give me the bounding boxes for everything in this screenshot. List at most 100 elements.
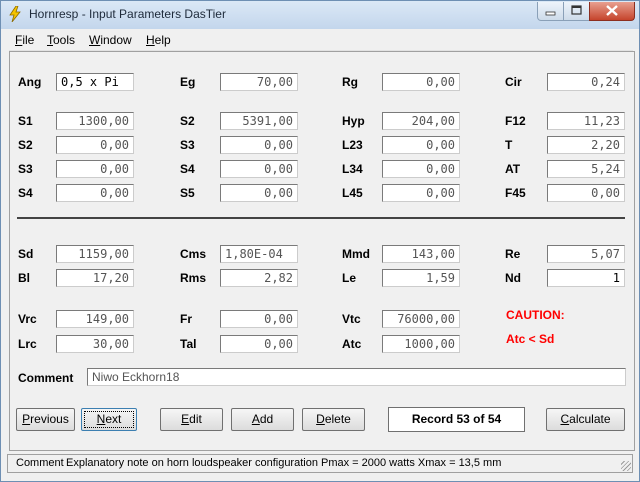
title-bar[interactable]: Hornresp - Input Parameters DasTier (1, 1, 639, 29)
param-field-s5[interactable]: 0,00 (220, 184, 298, 202)
param-label-nd: Nd (505, 271, 521, 285)
previous-button[interactable]: Previous (16, 408, 75, 431)
param-field-rg[interactable]: 0,00 (382, 73, 460, 91)
param-field-l23[interactable]: 0,00 (382, 136, 460, 154)
param-label-l34: L34 (342, 162, 363, 176)
param-label-sd: Sd (18, 247, 34, 261)
status-text: Explanatory note on horn loudspeaker con… (66, 457, 502, 469)
param-label-eg: Eg (180, 75, 196, 89)
param-label-f45: F45 (505, 186, 526, 200)
param-label-atc: Atc (342, 337, 362, 351)
add-button[interactable]: Add (231, 408, 294, 431)
param-field-s3a[interactable]: 0,00 (220, 136, 298, 154)
param-field-s4a[interactable]: 0,00 (220, 160, 298, 178)
param-field-f12[interactable]: 11,23 (547, 112, 625, 130)
main-window: Hornresp - Input Parameters DasTier File… (0, 0, 640, 482)
param-field-nd[interactable]: 1 (547, 269, 625, 287)
param-label-ang: Ang (18, 75, 42, 89)
param-label-rg: Rg (342, 75, 358, 89)
param-label-lrc: Lrc (18, 337, 37, 351)
param-label-tal: Tal (180, 337, 197, 351)
param-field-s2[interactable]: 0,00 (56, 136, 134, 154)
menu-bar: File Tools Window Help (9, 30, 633, 51)
param-field-lrc[interactable]: 30,00 (56, 335, 134, 353)
param-field-bl[interactable]: 17,20 (56, 269, 134, 287)
minimize-button[interactable] (537, 2, 564, 21)
close-button[interactable] (589, 2, 635, 21)
param-field-ang[interactable]: 0,5 x Pi (56, 73, 134, 91)
delete-button[interactable]: Delete (302, 408, 365, 431)
param-label-s1: S1 (18, 114, 33, 128)
param-label-l23: L23 (342, 138, 363, 152)
menu-help[interactable]: Help (146, 33, 171, 47)
edit-button[interactable]: Edit (160, 408, 223, 431)
comment-label: Comment (18, 371, 74, 385)
param-label-vtc: Vtc (342, 312, 361, 326)
minimize-icon (545, 11, 556, 16)
record-indicator: Record 53 of 54 (388, 407, 525, 432)
caution-title: CAUTION: (506, 308, 565, 322)
param-label-hyp: Hyp (342, 114, 365, 128)
status-bar: Comment Explanatory note on horn loudspe… (7, 454, 633, 473)
param-label-s3a: S3 (180, 138, 195, 152)
next-button[interactable]: Next (81, 408, 137, 431)
resize-grip-icon[interactable] (621, 461, 631, 471)
param-field-cir[interactable]: 0,24 (547, 73, 625, 91)
param-label-f12: F12 (505, 114, 526, 128)
param-label-l45: L45 (342, 186, 363, 200)
param-label-le: Le (342, 271, 357, 285)
section-divider (17, 217, 625, 219)
param-field-l45[interactable]: 0,00 (382, 184, 460, 202)
param-field-vrc[interactable]: 149,00 (56, 310, 134, 328)
param-field-at[interactable]: 5,24 (547, 160, 625, 178)
caution-message: Atc < Sd (506, 332, 555, 346)
maximize-button[interactable] (563, 2, 590, 21)
param-label-s4: S4 (18, 186, 33, 200)
param-field-cms[interactable]: 1,80E-04 (220, 245, 298, 263)
param-label-s3: S3 (18, 162, 33, 176)
menu-file[interactable]: File (15, 33, 34, 47)
param-label-s2: S2 (18, 138, 33, 152)
status-label: Comment (16, 457, 64, 469)
menu-tools[interactable]: Tools (47, 33, 75, 47)
param-field-le[interactable]: 1,59 (382, 269, 460, 287)
comment-field[interactable]: Niwo Eckhorn18 (87, 368, 626, 386)
param-field-vtc[interactable]: 76000,00 (382, 310, 460, 328)
param-label-s2a: S2 (180, 114, 195, 128)
param-label-fr: Fr (180, 312, 192, 326)
param-label-bl: Bl (18, 271, 30, 285)
param-field-fr[interactable]: 0,00 (220, 310, 298, 328)
param-label-s4a: S4 (180, 162, 195, 176)
maximize-icon (571, 5, 582, 15)
window-title: Hornresp - Input Parameters DasTier (29, 7, 226, 21)
param-field-sd[interactable]: 1159,00 (56, 245, 134, 263)
param-field-f45[interactable]: 0,00 (547, 184, 625, 202)
param-label-cms: Cms (180, 247, 207, 261)
param-field-t[interactable]: 2,20 (547, 136, 625, 154)
param-field-s2a[interactable]: 5391,00 (220, 112, 298, 130)
param-field-mmd[interactable]: 143,00 (382, 245, 460, 263)
param-field-tal[interactable]: 0,00 (220, 335, 298, 353)
param-field-atc[interactable]: 1000,00 (382, 335, 460, 353)
param-label-s5: S5 (180, 186, 195, 200)
param-label-vrc: Vrc (18, 312, 37, 326)
close-icon (606, 5, 618, 16)
param-label-rms: Rms (180, 271, 207, 285)
param-label-mmd: Mmd (342, 247, 370, 261)
param-label-t: T (505, 138, 513, 152)
param-field-eg[interactable]: 70,00 (220, 73, 298, 91)
input-parameters-panel: Ang 0,5 x Pi Eg 70,00 Rg 0,00 Cir 0,24 S1 1300,00… (9, 51, 635, 451)
menu-window[interactable]: Window (89, 33, 132, 47)
param-field-re[interactable]: 5,07 (547, 245, 625, 263)
param-field-rms[interactable]: 2,82 (220, 269, 298, 287)
param-field-s4[interactable]: 0,00 (56, 184, 134, 202)
param-label-cir: Cir (505, 75, 522, 89)
param-label-re: Re (505, 247, 521, 261)
param-label-at: AT (505, 162, 521, 176)
param-field-hyp[interactable]: 204,00 (382, 112, 460, 130)
param-field-l34[interactable]: 0,00 (382, 160, 460, 178)
param-field-s1[interactable]: 1300,00 (56, 112, 134, 130)
calculate-button[interactable]: Calculate (546, 408, 625, 431)
lightning-icon (9, 6, 21, 22)
param-field-s3[interactable]: 0,00 (56, 160, 134, 178)
